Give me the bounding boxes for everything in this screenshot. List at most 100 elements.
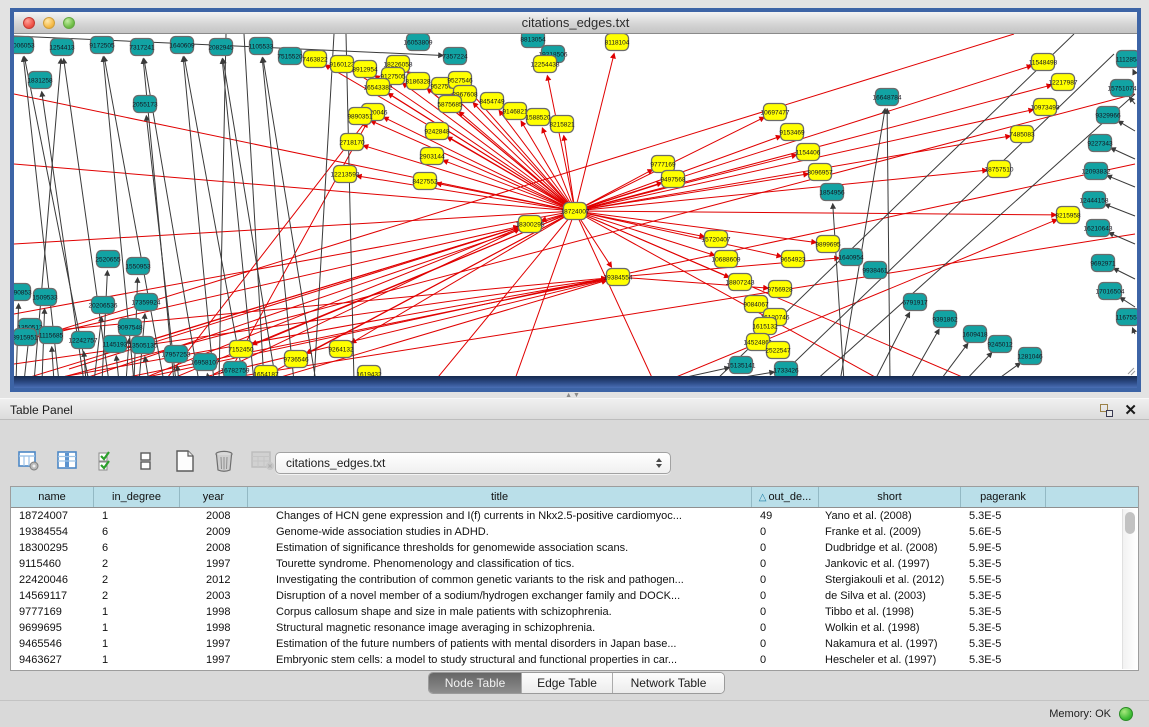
graph-node[interactable]: 9097548: [117, 319, 143, 336]
graph-node[interactable]: 8096957: [807, 164, 833, 181]
table-cell[interactable]: 1: [94, 508, 180, 524]
table-cell[interactable]: 2: [94, 588, 180, 604]
column-header-year[interactable]: year: [180, 487, 248, 507]
table-cell[interactable]: 0: [752, 556, 819, 572]
table-cell[interactable]: 0: [752, 652, 819, 668]
scrollbar-thumb[interactable]: [1125, 512, 1135, 534]
graph-node[interactable]: 18300295: [516, 216, 545, 233]
graph-edge[interactable]: [833, 204, 844, 376]
graph-node[interactable]: 5875685: [437, 96, 463, 113]
column-header-pagerank[interactable]: pagerank: [961, 487, 1046, 507]
table-cell[interactable]: 1: [94, 636, 180, 652]
graph-node[interactable]: 7357224: [442, 48, 468, 65]
graph-node[interactable]: 18724007: [561, 203, 590, 220]
table-cell[interactable]: 2003: [180, 588, 248, 604]
table-cell[interactable]: 5.3E-5: [961, 556, 1046, 572]
column-header-short[interactable]: short: [819, 487, 961, 507]
graph-edge[interactable]: [102, 271, 107, 376]
table-cell[interactable]: 1997: [180, 556, 248, 572]
table-cell[interactable]: Embryonic stem cells: a model to study s…: [248, 652, 752, 668]
graph-node[interactable]: 20206536: [89, 297, 118, 314]
table-cell[interactable]: 1998: [180, 620, 248, 636]
table-cell[interactable]: 2012: [180, 572, 248, 588]
table-cell[interactable]: 1997: [180, 652, 248, 668]
table-select-dropdown[interactable]: citations_edges.txt: [275, 452, 671, 474]
graph-node[interactable]: 9245012: [987, 336, 1013, 353]
memory-status-indicator[interactable]: [1119, 707, 1133, 721]
create-column-button[interactable]: [172, 448, 198, 474]
graph-edge[interactable]: [443, 160, 575, 211]
table-cell[interactable]: Franke et al. (2009): [819, 524, 961, 540]
graph-node[interactable]: 1145193: [103, 336, 128, 353]
table-row[interactable]: 977716911998Corpus callosum shape and si…: [11, 604, 1138, 620]
table-cell[interactable]: 49: [752, 508, 819, 524]
table-row[interactable]: 946554611997Estimation of the future num…: [11, 636, 1138, 652]
graph-edge[interactable]: [575, 54, 614, 211]
graph-node[interactable]: 18757510: [985, 161, 1014, 178]
table-cell[interactable]: 6: [94, 540, 180, 556]
float-panel-icon[interactable]: [1100, 404, 1113, 417]
graph-edge[interactable]: [363, 146, 575, 211]
table-cell[interactable]: 19384554: [11, 524, 94, 540]
graph-node[interactable]: 16648784: [873, 89, 902, 106]
graph-node[interactable]: 15751074: [1108, 80, 1137, 97]
graph-node[interactable]: 8912954: [352, 61, 378, 78]
graph-node[interactable]: 15720407: [702, 231, 731, 248]
delete-column-button[interactable]: [211, 448, 237, 474]
graph-edge[interactable]: [52, 347, 54, 376]
table-cell[interactable]: Jankovic et al. (1997): [819, 556, 961, 572]
graph-edge[interactable]: [184, 57, 244, 376]
graph-node[interactable]: 9329966: [1095, 107, 1121, 124]
graph-edge[interactable]: [887, 109, 890, 376]
graph-edge[interactable]: [14, 211, 575, 244]
graph-node[interactable]: 7515520: [277, 48, 303, 65]
table-cell[interactable]: 5.3E-5: [961, 652, 1046, 668]
network-canvas[interactable]: 2006053125441391725057317241164060920829…: [14, 34, 1137, 376]
graph-node[interactable]: 1733426: [773, 362, 799, 377]
tab-network-table[interactable]: Network Table: [613, 673, 724, 693]
table-cell[interactable]: 5.5E-5: [961, 572, 1046, 588]
graph-node[interactable]: 9692971: [1090, 255, 1116, 272]
table-cell[interactable]: 9777169: [11, 604, 94, 620]
graph-node[interactable]: 10688609: [712, 251, 741, 268]
graph-edge[interactable]: [939, 344, 968, 376]
graph-node[interactable]: 9172505: [89, 37, 115, 54]
graph-node[interactable]: 2055173: [132, 96, 158, 113]
graph-node[interactable]: 2520655: [95, 251, 121, 268]
table-cell[interactable]: Tourette syndrome. Phenomenology and cla…: [248, 556, 752, 572]
graph-node[interactable]: 9756928: [767, 281, 793, 298]
table-cell[interactable]: Yano et al. (2008): [819, 508, 961, 524]
graph-node[interactable]: 12242757: [69, 332, 98, 349]
table-cell[interactable]: 22420046: [11, 572, 94, 588]
table-cell[interactable]: 0: [752, 636, 819, 652]
graph-node[interactable]: 15135141: [727, 357, 756, 374]
graph-node[interactable]: 8454749: [479, 93, 505, 110]
graph-edge[interactable]: [116, 356, 119, 376]
graph-node[interactable]: 1254413: [49, 39, 75, 56]
table-cell[interactable]: Genome-wide association studies in ADHD.: [248, 524, 752, 540]
graph-node[interactable]: 3915951: [14, 329, 38, 346]
graph-node[interactable]: 16782759: [221, 362, 250, 377]
graph-edge[interactable]: [1118, 121, 1135, 131]
column-header-name[interactable]: name: [11, 487, 94, 507]
graph-node[interactable]: 16543382: [364, 79, 393, 96]
graph-edge[interactable]: [263, 58, 316, 376]
graph-node[interactable]: 1615132: [752, 318, 778, 335]
graph-node[interactable]: 2903144: [419, 148, 445, 165]
show-columns-button[interactable]: [55, 448, 81, 474]
graph-node[interactable]: 7463822: [302, 51, 328, 68]
canvas-resize-grip[interactable]: [1128, 368, 1135, 375]
graph-edge[interactable]: [575, 136, 1010, 211]
graph-edge[interactable]: [177, 366, 179, 376]
graph-node[interactable]: 1154406: [796, 144, 821, 161]
column-header-title[interactable]: title: [248, 487, 752, 507]
graph-node[interactable]: 16053809: [404, 34, 433, 51]
table-row[interactable]: 1830029562008Estimation of significance …: [11, 540, 1138, 556]
table-cell[interactable]: 5.3E-5: [961, 604, 1046, 620]
table-cell[interactable]: 0: [752, 620, 819, 636]
graph-edge[interactable]: [219, 34, 226, 376]
graph-node[interactable]: 17359924: [132, 294, 161, 311]
graph-edge[interactable]: [1105, 204, 1135, 216]
graph-node[interactable]: 8427552: [412, 173, 438, 190]
graph-node[interactable]: 8186328: [405, 73, 431, 90]
